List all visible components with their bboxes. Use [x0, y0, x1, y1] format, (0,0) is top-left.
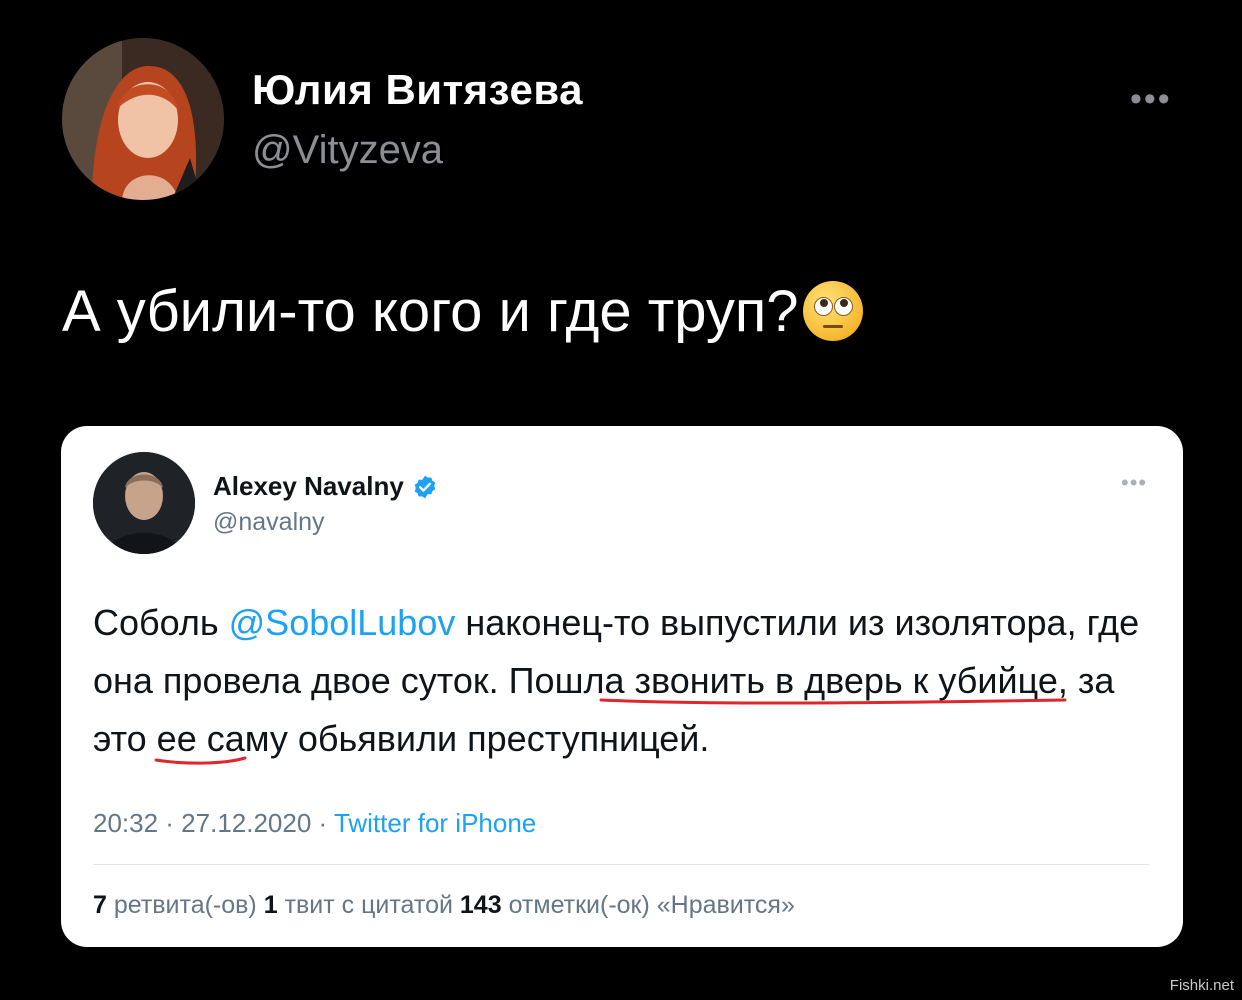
quoted-meta: 20:32 · 27.12.2020 · Twitter for iPhone: [93, 808, 536, 839]
quoted-tweet-card[interactable]: Alexey Navalny @navalny ••• Соболь @Sobo…: [61, 426, 1183, 947]
quoted-body-start: Соболь: [93, 602, 229, 643]
face-with-rolling-eyes-icon: [802, 281, 863, 341]
mention-link[interactable]: @SobolLubov: [229, 602, 456, 643]
quoted-tweet-body: Соболь @SobolLubov наконец-то выпустили …: [93, 594, 1163, 768]
author-avatar[interactable]: [62, 38, 224, 200]
retweets-label[interactable]: ретвита(-ов): [107, 891, 264, 919]
tweet-text: А убили-то кого и где труп?: [62, 278, 863, 345]
quoted-timestamp: 20:32 · 27.12.2020 ·: [93, 808, 334, 838]
likes-label[interactable]: отметки(-ок) «Нравится»: [502, 891, 795, 919]
more-options-icon[interactable]: •••: [1130, 80, 1172, 119]
divider: [93, 864, 1149, 865]
author-handle[interactable]: @Vityzeva: [252, 128, 443, 173]
retweets-count[interactable]: 7: [93, 891, 107, 919]
verified-badge-icon: [414, 475, 436, 498]
source-link[interactable]: Twitter for iPhone: [334, 808, 536, 838]
likes-count[interactable]: 143: [460, 891, 502, 919]
quoted-more-options-icon[interactable]: •••: [1121, 470, 1147, 496]
author-name[interactable]: Юлия Витязева: [252, 66, 583, 114]
watermark: Fishki.net: [1169, 977, 1234, 994]
tweet-text-content: А убили-то кого и где труп?: [62, 279, 799, 344]
quoted-author-handle[interactable]: @navalny: [213, 508, 325, 537]
quotes-label[interactable]: твит с цитатой: [278, 891, 460, 919]
quoted-stats: 7 ретвита(-ов) 1 твит с цитатой 143 отме…: [93, 891, 795, 920]
quotes-count[interactable]: 1: [264, 891, 278, 919]
quoted-author-name-text[interactable]: Alexey Navalny: [213, 471, 404, 502]
quoted-author-avatar[interactable]: [93, 452, 195, 554]
quoted-author-name[interactable]: Alexey Navalny: [213, 471, 438, 502]
